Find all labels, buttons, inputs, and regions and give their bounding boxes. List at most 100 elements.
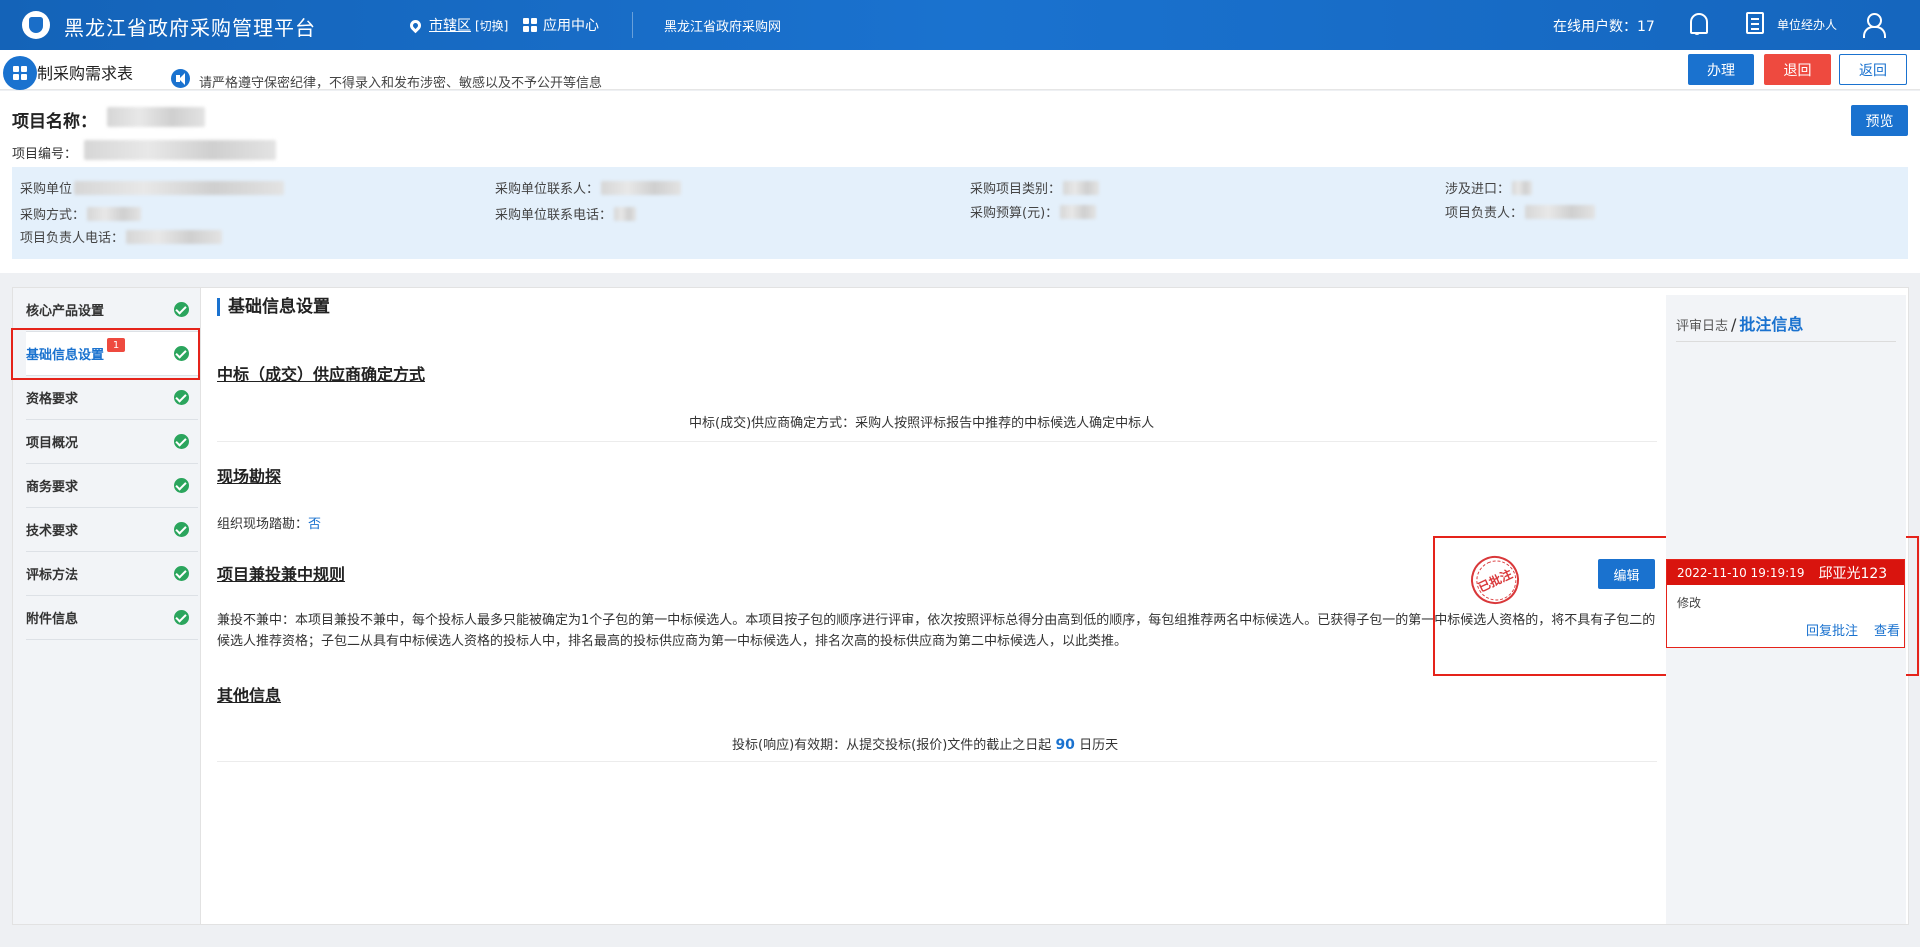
user-role[interactable]: 单位经办人 xyxy=(1777,16,1837,33)
sidebar-item-technical[interactable]: 技术要求 xyxy=(26,508,198,552)
field-label: 项目负责人： xyxy=(1445,206,1524,221)
site-visit-value: 否 xyxy=(308,517,322,532)
project-category: 采购项目类别： xyxy=(970,178,1100,197)
award-method-text: 中标(成交)供应商确定方式：采购人按照评标报告中推荐的中标候选人确定中标人 xyxy=(689,416,1155,431)
security-notice: 请严格遵守保密纪律，不得录入和发布涉密、敏感以及不予公开等信息 xyxy=(199,76,603,91)
page-title: 制采购需求表 xyxy=(37,64,134,83)
online-users: 在线用户数：17 xyxy=(1553,16,1655,36)
procurement-method: 采购方式： xyxy=(20,204,142,223)
annotation-time: 2022-11-10 19:19:19 xyxy=(1677,565,1805,580)
check-circle-icon xyxy=(174,302,189,317)
purchasing-unit: 采购单位 xyxy=(20,178,285,197)
procurement-site-link[interactable]: 黑龙江省政府采购网 xyxy=(664,16,781,35)
divider xyxy=(217,441,1657,442)
online-users-count: 17 xyxy=(1637,19,1655,35)
check-circle-icon xyxy=(174,522,189,537)
check-circle-icon xyxy=(174,566,189,581)
notification-bell-icon[interactable] xyxy=(1688,11,1710,37)
reject-button[interactable]: 退回 xyxy=(1764,54,1831,85)
field-value-redacted xyxy=(87,206,142,221)
sidebar-item-qualifications[interactable]: 资格要求 xyxy=(26,376,198,420)
annotation-user: 邱亚光123 xyxy=(1818,565,1888,582)
field-label: 项目负责人电话： xyxy=(20,231,125,246)
handle-button[interactable]: 办理 xyxy=(1688,54,1754,85)
top-navbar: 黑龙江省政府采购管理平台 市辖区 [切换] 应用中心 黑龙江省政府采购网 在线用… xyxy=(0,0,1920,50)
section-title: 基础信息设置 xyxy=(217,298,330,316)
field-label: 采购项目类别： xyxy=(970,182,1062,197)
role-document-icon xyxy=(1746,12,1764,34)
award-method-title: 中标（成交）供应商确定方式 xyxy=(217,365,426,384)
tab-underline xyxy=(1676,341,1896,342)
tab-review-log[interactable]: 评审日志 xyxy=(1676,319,1728,334)
annotation-card-header: 2022-11-10 19:19:19 邱亚光123 xyxy=(1667,560,1904,585)
validity-period-row: 投标(响应)有效期：从提交投标(报价)文件的截止之日起 90 日历天 xyxy=(732,734,1118,753)
field-value-redacted xyxy=(126,229,223,244)
field-value-redacted xyxy=(74,180,285,195)
region-switcher[interactable]: 市辖区 [切换] xyxy=(407,15,508,35)
emblem-logo-icon xyxy=(22,11,50,39)
sidebar-item-label: 项目概况 xyxy=(26,436,79,451)
check-circle-icon xyxy=(174,478,189,493)
region-switch-link[interactable]: [切换] xyxy=(475,17,508,34)
annotation-card: 2022-11-10 19:19:19 邱亚光123 修改 回复批注 查看 xyxy=(1666,559,1905,648)
check-circle-icon xyxy=(174,610,189,625)
field-value-redacted xyxy=(601,180,682,195)
field-label: 采购单位联系电话： xyxy=(495,208,613,223)
sidebar-item-label: 附件信息 xyxy=(26,612,79,627)
sidebar-item-core-products[interactable]: 核心产品设置 xyxy=(26,288,198,332)
reply-annotation-link[interactable]: 回复批注 xyxy=(1806,620,1858,639)
sidebar-item-label: 资格要求 xyxy=(26,392,79,407)
field-label: 采购预算(元)： xyxy=(970,206,1059,221)
annotation-count-badge: 1 xyxy=(107,338,125,352)
field-value-redacted xyxy=(1525,204,1596,219)
project-leader: 项目负责人： xyxy=(1445,202,1596,221)
other-info-title: 其他信息 xyxy=(217,686,282,705)
site-visit-row: 组织现场踏勘：否 xyxy=(217,513,321,532)
project-name-redacted xyxy=(107,107,205,127)
validity-suffix: 日历天 xyxy=(1079,738,1119,753)
tab-annotations[interactable]: 批注信息 xyxy=(1739,315,1803,334)
sidebar-item-overview[interactable]: 项目概况 xyxy=(26,420,198,464)
project-number-redacted xyxy=(84,140,276,160)
view-annotation-link[interactable]: 查看 xyxy=(1874,620,1900,639)
app-center-link[interactable]: 应用中心 xyxy=(523,15,599,35)
field-label: 采购单位 xyxy=(20,182,73,197)
user-profile-icon[interactable] xyxy=(1862,12,1886,38)
sidebar-item-label: 商务要求 xyxy=(26,480,79,495)
project-number-label: 项目编号： xyxy=(12,147,78,162)
app-title: 黑龙江省政府采购管理平台 xyxy=(64,16,316,40)
sidebar-item-label: 技术要求 xyxy=(26,524,79,539)
edit-button[interactable]: 编辑 xyxy=(1598,559,1655,589)
sidebar-item-business[interactable]: 商务要求 xyxy=(26,464,198,508)
leader-phone: 项目负责人电话： xyxy=(20,227,223,246)
field-value-redacted xyxy=(1063,180,1100,195)
app-center-label: 应用中心 xyxy=(543,18,599,34)
multi-bid-title: 项目兼投兼中规则 xyxy=(217,565,346,584)
project-info: 项目名称： 项目编号： 预览 采购单位 采购单位联系人： 采购项目类别： 涉及进… xyxy=(0,91,1920,273)
back-button[interactable]: 返回 xyxy=(1839,54,1907,85)
sidebar-item-label: 核心产品设置 xyxy=(26,304,105,319)
site-visit-title: 现场勘探 xyxy=(217,467,282,486)
field-value-redacted xyxy=(1060,204,1097,219)
speaker-icon xyxy=(171,69,190,88)
tab-separator: / xyxy=(1731,315,1737,334)
section-sidebar: 核心产品设置 基础信息设置 资格要求 项目概况 商务要求 技术要求 评标方法 附… xyxy=(11,288,201,924)
validity-prefix: 投标(响应)有效期：从提交投标(报价)文件的截止之日起 xyxy=(732,738,1052,753)
annotation-content: 修改 xyxy=(1677,596,1702,610)
procurement-budget: 采购预算(元)： xyxy=(970,202,1097,221)
check-circle-icon xyxy=(174,434,189,449)
site-visit-label: 组织现场踏勘： xyxy=(217,517,309,532)
sidebar-item-evaluation[interactable]: 评标方法 xyxy=(26,552,198,596)
field-label: 涉及进口： xyxy=(1445,182,1511,197)
nav-divider xyxy=(632,12,633,38)
project-details-box: 采购单位 采购单位联系人： 采购项目类别： 涉及进口： 采购方式： 采购单位联系… xyxy=(12,167,1908,259)
field-value-redacted xyxy=(614,206,637,221)
sidebar-item-attachments[interactable]: 附件信息 xyxy=(26,596,198,640)
app-grid-icon xyxy=(523,18,537,32)
menu-toggle-button[interactable] xyxy=(3,56,37,90)
preview-button[interactable]: 预览 xyxy=(1851,105,1908,136)
page-header: 制采购需求表 请严格遵守保密纪律，不得录入和发布涉密、敏感以及不予公开等信息 办… xyxy=(0,50,1920,91)
active-item-highlight xyxy=(11,328,200,380)
region-name[interactable]: 市辖区 xyxy=(429,15,471,35)
sidebar-item-label: 评标方法 xyxy=(26,568,79,583)
